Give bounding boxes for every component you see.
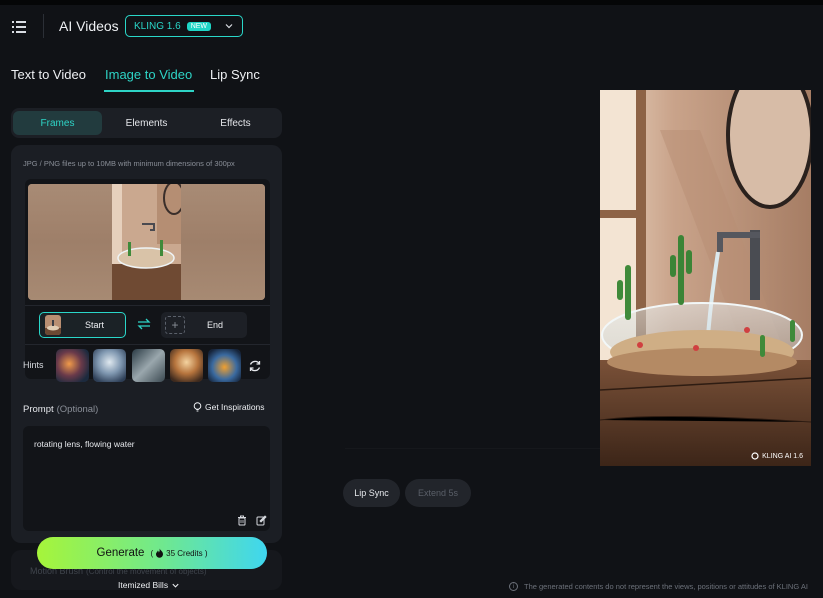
active-tab-indicator [104,90,194,92]
start-label: Start [85,320,105,330]
generated-video-preview[interactable]: KLING AI 1.6 [600,90,811,466]
model-label: KLING 1.6 [134,20,181,32]
start-frame-thumbnail [45,315,61,335]
disclaimer-text: The generated contents do not represent … [524,582,808,591]
chevron-down-icon [225,24,233,29]
preview-area-edge [345,448,600,449]
trash-icon[interactable] [237,515,247,526]
hint-thumbnail-3[interactable] [132,349,165,382]
end-label: End [207,320,224,330]
tab-text-to-video[interactable]: Text to Video [11,67,86,82]
kling-watermark: KLING AI 1.6 [751,452,803,460]
uploaded-image-preview[interactable] [28,184,265,300]
hint-thumbnail-5[interactable] [208,349,241,382]
divider [25,344,270,345]
swap-icon[interactable] [137,318,151,330]
disclaimer: i The generated contents do not represen… [509,582,823,591]
sink-image [112,184,181,300]
credits-indicator: ( 35 Credits ) [150,548,208,558]
hints-label: Hints [23,360,44,370]
blurred-side [181,184,265,300]
upload-panel: JPG / PNG files up to 10MB with minimum … [11,145,282,543]
kling-logo-icon [751,452,759,460]
lip-sync-button[interactable]: Lip Sync [343,479,400,507]
info-icon: i [509,582,518,591]
sink-video-frame [600,90,811,466]
itemized-bills-label: Itemized Bills [118,580,169,590]
menu-icon[interactable] [12,20,26,33]
prompt-label: Prompt (Optional) [23,404,98,415]
watermark-text: KLING AI 1.6 [762,452,803,460]
prompt-value: rotating lens, flowing water [34,439,135,449]
start-frame-button[interactable]: Start [39,312,126,338]
frames-segmented-control: Frames Elements Effects [11,108,282,138]
model-select[interactable]: KLING 1.6 NEW [125,15,243,37]
end-frame-button[interactable]: + End [161,312,247,338]
generate-button[interactable]: Generate ( 35 Credits ) [37,537,267,569]
generate-label: Generate [96,547,145,559]
new-badge: NEW [186,21,212,31]
credits-value: 35 Credits [166,548,203,558]
get-inspirations-label: Get Inspirations [205,402,265,412]
segment-effects[interactable]: Effects [191,111,280,135]
bulb-icon [193,402,202,412]
divider [25,305,270,306]
segment-frames[interactable]: Frames [13,111,102,135]
segment-elements[interactable]: Elements [102,111,191,135]
chevron-down-icon [172,583,179,588]
refresh-icon[interactable] [248,359,262,373]
page-title: AI Videos [59,18,119,34]
blurred-side [28,184,112,300]
tab-image-to-video[interactable]: Image to Video [105,67,192,82]
itemized-bills-toggle[interactable]: Itemized Bills [118,580,180,590]
edit-icon[interactable] [256,515,267,526]
flame-icon [156,548,164,558]
prompt-input[interactable]: rotating lens, flowing water [23,426,270,531]
tab-lip-sync[interactable]: Lip Sync [210,67,260,82]
frame-box: Start + End Hints [23,179,270,382]
prompt-label-text: Prompt [23,404,54,415]
extend-button[interactable]: Extend 5s [405,479,471,507]
top-bar [0,0,823,5]
header-divider [43,14,44,38]
hint-thumbnail-1[interactable] [56,349,89,382]
hint-thumbnail-2[interactable] [93,349,126,382]
prompt-optional-text: (Optional) [56,404,99,415]
get-inspirations-button[interactable]: Get Inspirations [193,402,265,412]
hint-thumbnail-4[interactable] [170,349,203,382]
plus-icon: + [165,316,185,334]
upload-hint: JPG / PNG files up to 10MB with minimum … [23,159,235,168]
